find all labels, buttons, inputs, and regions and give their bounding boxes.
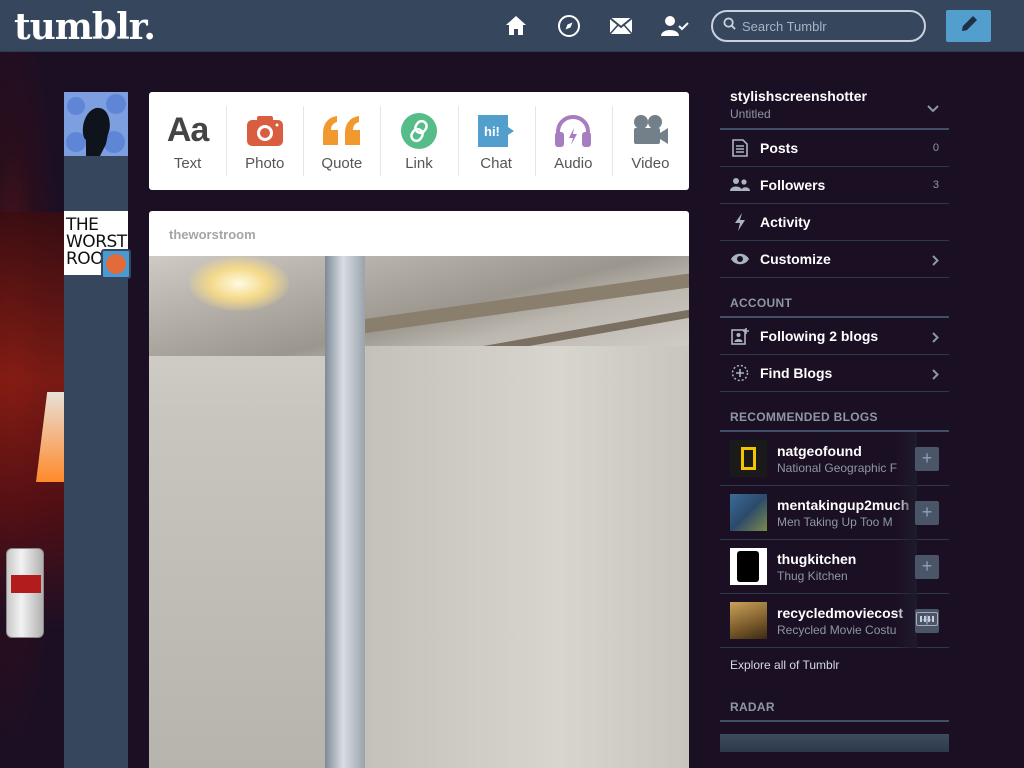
chevron-right-icon <box>932 330 939 348</box>
tumblr-logo[interactable]: tumblr. <box>14 6 156 48</box>
video-camera-icon <box>631 111 669 151</box>
sidebar-item-posts[interactable]: Posts 0 <box>720 130 949 167</box>
post-type-video[interactable]: Video <box>611 92 689 190</box>
radar-heading: RADAR <box>720 682 949 722</box>
search-icon <box>723 17 736 35</box>
chat-icon: hi! <box>476 111 516 151</box>
blog-name: stylishscreenshotter <box>730 88 867 104</box>
radar-post-preview[interactable] <box>720 734 949 752</box>
top-navigation-bar: tumblr. <box>0 0 1024 52</box>
sidebar-item-customize[interactable]: Customize <box>720 241 949 278</box>
search-box[interactable] <box>711 10 926 42</box>
inbox-mail-icon[interactable] <box>609 14 633 38</box>
chevron-right-icon <box>932 367 939 385</box>
dashboard-sidebar: stylishscreenshotter Untitled Posts 0 Fo… <box>720 80 949 752</box>
blog-avatar <box>730 548 767 585</box>
customize-eye-icon <box>730 249 750 269</box>
explore-tumblr-link[interactable]: Explore all of Tumblr <box>720 648 949 682</box>
activity-bolt-icon <box>730 212 750 232</box>
blog-title: Untitled <box>730 107 771 121</box>
compose-post-button[interactable] <box>946 10 991 42</box>
recommended-blog[interactable]: thugkitchen Thug Kitchen + <box>720 540 949 594</box>
home-icon[interactable] <box>504 14 528 38</box>
sidebar-item-activity[interactable]: Activity <box>720 204 949 241</box>
link-icon <box>400 111 437 151</box>
follow-plus-button[interactable]: + <box>915 555 939 579</box>
post-type-quote[interactable]: Quote <box>303 92 380 190</box>
recommended-blog[interactable]: recycledmoviecost Recycled Movie Costu + <box>720 594 949 648</box>
post-type-audio[interactable]: Audio <box>534 92 612 190</box>
blog-avatar <box>730 440 767 477</box>
sidebar-item-followers[interactable]: Followers 3 <box>720 167 949 204</box>
reblog-sub-avatar[interactable] <box>101 249 131 279</box>
post-type-link[interactable]: Link <box>380 92 457 190</box>
blog-avatar <box>730 494 767 531</box>
camera-icon <box>246 111 284 151</box>
pencil-icon <box>959 14 979 39</box>
recommended-blog[interactable]: mentakingup2much Men Taking Up Too M + <box>720 486 949 540</box>
account-icon[interactable] <box>661 14 689 38</box>
followers-icon <box>730 175 750 195</box>
explore-compass-icon[interactable] <box>557 14 581 38</box>
follow-plus-button[interactable]: + <box>915 447 939 471</box>
user-avatar[interactable] <box>64 92 128 156</box>
post-photo[interactable] <box>149 256 689 768</box>
post-type-composer: Aa Text Photo Quote Link hi! Chat Audio <box>149 92 689 190</box>
search-input[interactable] <box>742 18 912 34</box>
background-can <box>6 548 44 638</box>
dashboard-avatar-column <box>64 92 128 768</box>
post-type-photo[interactable]: Photo <box>226 92 303 190</box>
following-icon <box>730 326 750 346</box>
text-aa-icon: Aa <box>166 111 209 149</box>
keyboard-icon[interactable] <box>916 612 938 626</box>
posts-icon <box>730 138 750 158</box>
follow-plus-button[interactable]: + <box>915 501 939 525</box>
post-type-chat[interactable]: hi! Chat <box>457 92 535 190</box>
post-blog-name[interactable]: theworstroom <box>149 211 689 256</box>
quote-icon <box>321 111 363 151</box>
background-artwork <box>0 52 64 768</box>
dashboard-post: theworstroom <box>149 211 689 768</box>
post-type-text[interactable]: Aa Text <box>149 92 226 190</box>
headphones-icon <box>554 111 592 151</box>
blog-avatar <box>730 602 767 639</box>
sidebar-item-find-blogs[interactable]: Find Blogs <box>720 355 949 392</box>
chevron-right-icon <box>932 253 939 271</box>
find-blogs-icon <box>730 363 750 383</box>
recommended-blog[interactable]: natgeofound National Geographic F + <box>720 432 949 486</box>
sidebar-item-following[interactable]: Following 2 blogs <box>720 318 949 355</box>
posts-count: 0 <box>932 142 939 154</box>
account-heading: ACCOUNT <box>720 278 949 318</box>
recommended-blogs-heading: RECOMMENDED BLOGS <box>720 392 949 432</box>
blog-selector[interactable]: stylishscreenshotter Untitled <box>720 80 949 130</box>
chevron-down-icon <box>927 100 939 118</box>
svg-text:hi!: hi! <box>484 124 500 139</box>
followers-count: 3 <box>932 179 939 191</box>
